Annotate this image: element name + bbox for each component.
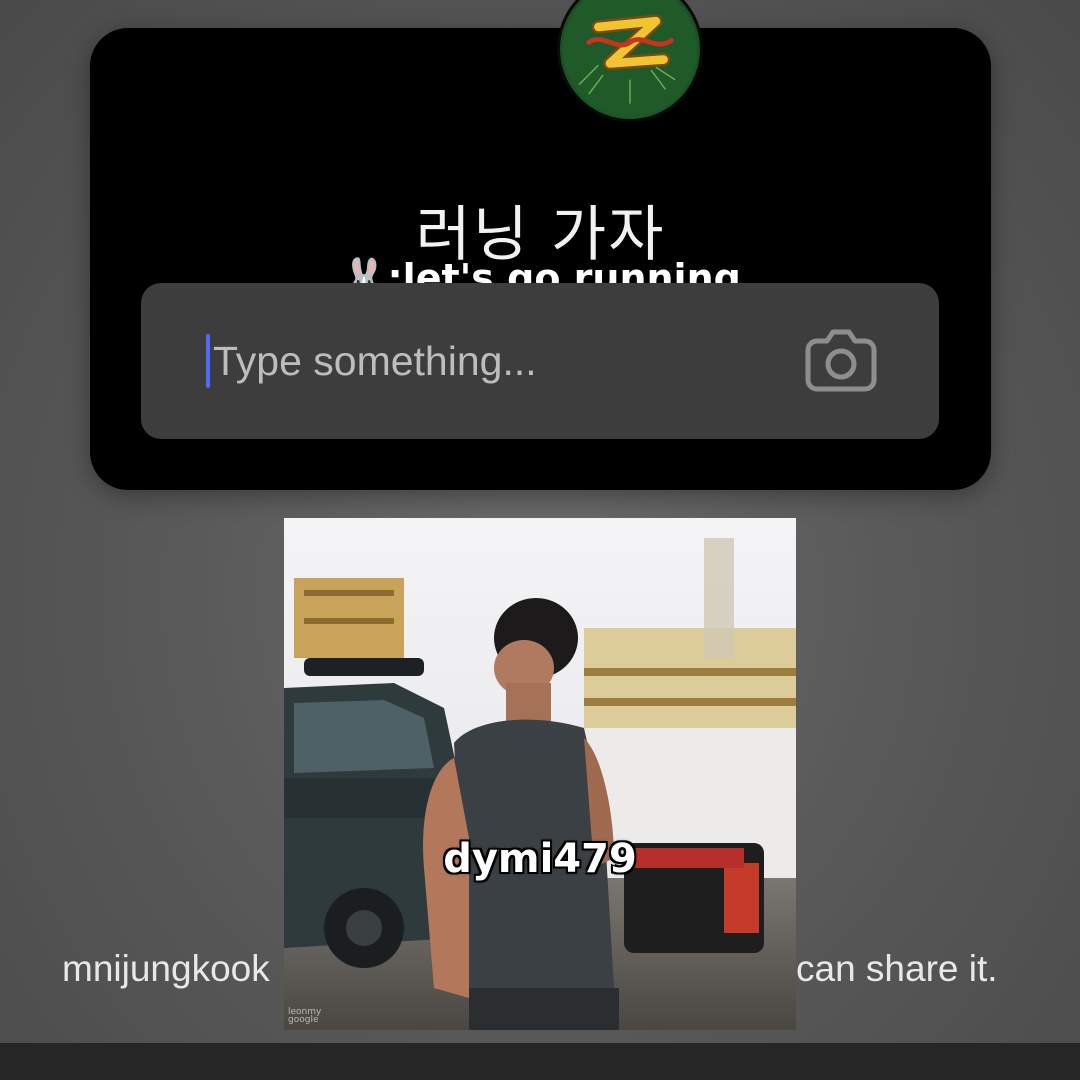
reply-input[interactable]	[213, 335, 773, 387]
bottom-bar	[0, 1043, 1080, 1080]
camera-button[interactable]	[803, 327, 879, 393]
question-card: 러닝 가자 🐰:let's go running	[90, 0, 991, 490]
share-notice-suffix: can share it.	[796, 948, 998, 989]
text-caret	[206, 334, 210, 388]
avatar[interactable]	[557, 0, 703, 122]
share-notice-username: mnijungkook	[62, 948, 270, 989]
video-watermark: leonmy google	[288, 1007, 322, 1025]
video-caption: dymi479	[443, 836, 637, 882]
camera-icon	[805, 329, 877, 392]
reply-input-container[interactable]	[141, 283, 939, 439]
video-overlay[interactable]: dymi479 leonmy google	[284, 518, 796, 1030]
video-frame	[284, 518, 796, 1030]
letter-z-logo-icon	[562, 0, 698, 117]
